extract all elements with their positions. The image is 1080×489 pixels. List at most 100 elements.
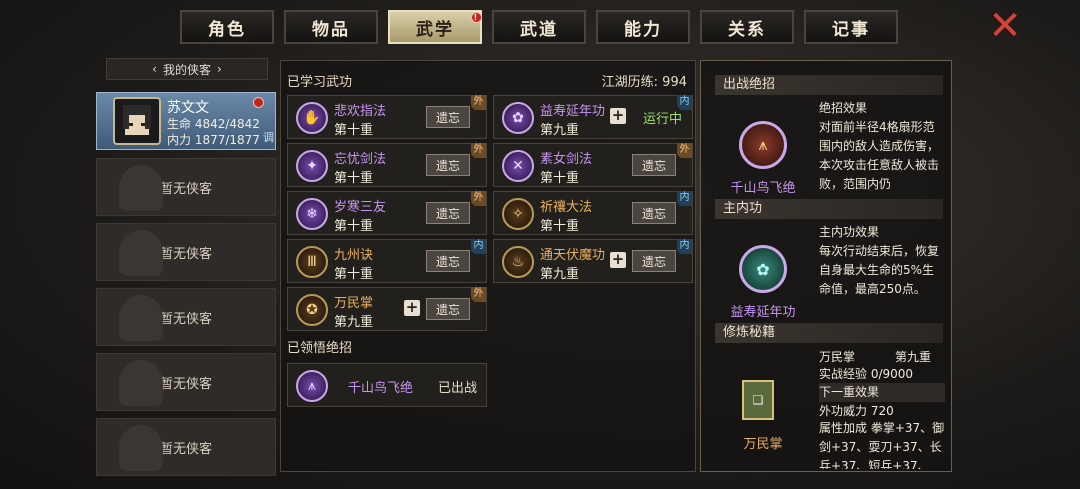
next-effect-title: 下一重效果 bbox=[819, 383, 945, 402]
inner-effect-title: 主内功效果 bbox=[819, 225, 880, 239]
skill-name: 忘忧剑法 bbox=[334, 152, 387, 167]
hero-name: 苏文文 bbox=[167, 100, 209, 116]
empty-label: 暂无侠客 bbox=[159, 441, 212, 457]
running-status: 运行中 bbox=[642, 112, 682, 127]
tab-role[interactable]: 角色 bbox=[180, 10, 274, 44]
skill-type-tag: 内 bbox=[677, 95, 692, 110]
battle-skill-name: 千山鸟飞绝 bbox=[730, 181, 796, 196]
ultimate-title: 已领悟绝招 bbox=[287, 341, 353, 356]
detail-panel: 出战绝招 ⩚ 千山鸟飞绝 绝招效果 对面前半径4格扇形范围内的敌人造成伤害，本次… bbox=[700, 60, 952, 472]
tab-dao[interactable]: 武道 bbox=[492, 10, 586, 44]
manual-attributes: 属性加成 拳掌+37、御剑+37、耍刀+37、长兵+37、短兵+37、 bbox=[819, 421, 945, 469]
upgrade-plus-button[interactable]: + bbox=[610, 108, 626, 124]
battle-effect-text: 对面前半径4格扇形范围内的敌人造成伤害，本次攻击任意敌人被击败，范围内仍 bbox=[819, 120, 940, 190]
forget-button[interactable]: 遗忘 bbox=[632, 154, 676, 176]
skill-card[interactable]: Ⅲ 九州诀 第十重 遗忘内 bbox=[287, 239, 487, 283]
skill-level: 第九重 bbox=[540, 123, 580, 138]
hero-mp: 内力 1877/1877 bbox=[167, 133, 260, 147]
manual-exp: 实战经验 0/9000 bbox=[819, 367, 914, 381]
skill-card[interactable]: ✧ 祈禳大法 第十重 遗忘内 bbox=[493, 191, 693, 235]
skill-icon: ✪ bbox=[296, 294, 328, 326]
skill-name: 悲欢指法 bbox=[334, 104, 387, 119]
empty-companion-slot[interactable]: 暂无侠客 bbox=[96, 418, 276, 476]
close-icon[interactable]: ✕ bbox=[986, 6, 1024, 46]
skill-card[interactable]: ✪ 万民掌第九重 + 遗忘外 bbox=[287, 287, 487, 331]
skill-name: 通天伏魔功 bbox=[540, 248, 606, 263]
forget-button[interactable]: 遗忘 bbox=[632, 250, 676, 272]
manual-header: 修炼秘籍 bbox=[715, 323, 943, 343]
manual-skill-label: 万民掌 bbox=[743, 437, 783, 452]
skills-panel: 已学习武功 江湖历练: 994 ✋ 悲欢指法 第十重 遗忘外 ✿ 益寿延年功 第九重 + 运行中… bbox=[280, 60, 696, 472]
upgrade-plus-button[interactable]: + bbox=[610, 252, 626, 268]
skill-icon: ✕ bbox=[502, 150, 534, 182]
skill-card[interactable]: ✋ 悲欢指法 第十重 遗忘外 bbox=[287, 95, 487, 139]
learned-title: 已学习武功 bbox=[287, 75, 353, 90]
adjust-button[interactable]: 调 bbox=[263, 129, 274, 145]
forget-button[interactable]: 遗忘 bbox=[426, 154, 470, 176]
skill-type-tag: 内 bbox=[677, 239, 692, 254]
arrow-right-icon: › bbox=[217, 62, 222, 76]
skill-card[interactable]: ✕ 素女剑法第十重 遗忘外 bbox=[493, 143, 693, 187]
skill-type-tag: 外 bbox=[677, 143, 692, 158]
ultimate-status: 已出战 bbox=[438, 381, 478, 396]
hero-card[interactable]: 苏文文 生命 4842/4842 内力 1877/1877 调 bbox=[96, 92, 276, 150]
tab-items[interactable]: 物品 bbox=[284, 10, 378, 44]
tab-label: 物品 bbox=[312, 19, 350, 40]
skill-name: 益寿延年功 bbox=[540, 104, 606, 119]
forget-button[interactable]: 遗忘 bbox=[632, 202, 676, 224]
companion-header-label: 我的侠客 bbox=[162, 62, 211, 77]
upgrade-plus-button[interactable]: + bbox=[404, 300, 420, 316]
empty-companion-slot[interactable]: 暂无侠客 bbox=[96, 158, 276, 216]
forget-button[interactable]: 遗忘 bbox=[426, 106, 470, 128]
experience-counter: 江湖历练: 994 bbox=[601, 75, 687, 90]
skill-name: 素女剑法 bbox=[540, 152, 593, 167]
skill-type-tag: 外 bbox=[471, 287, 486, 302]
manual-book-icon: ❏ bbox=[742, 380, 774, 420]
skill-icon: ❄ bbox=[296, 198, 328, 230]
inner-skill-name: 益寿延年功 bbox=[730, 305, 796, 320]
skill-level: 第九重 bbox=[334, 315, 374, 330]
skill-icon: ✧ bbox=[502, 198, 534, 230]
battle-skill-icon: ⩚ bbox=[739, 121, 787, 169]
skill-card[interactable]: ✦ 忘忧剑法 第十重 遗忘外 bbox=[287, 143, 487, 187]
skill-level: 第十重 bbox=[334, 267, 374, 282]
skill-icon: ✋ bbox=[296, 102, 328, 134]
ultimate-name: 千山鸟飞绝 bbox=[348, 381, 414, 396]
tab-journal[interactable]: 记事 bbox=[804, 10, 898, 44]
main-tabs: 角色 物品 武学! 武道 能力 关系 记事 bbox=[180, 10, 898, 44]
skill-card[interactable]: ❄ 岁寒三友 第十重 遗忘外 bbox=[287, 191, 487, 235]
empty-companion-slot[interactable]: 暂无侠客 bbox=[96, 223, 276, 281]
forget-button[interactable]: 遗忘 bbox=[426, 298, 470, 320]
skill-level: 第十重 bbox=[334, 123, 374, 138]
tab-martial[interactable]: 武学! bbox=[388, 10, 482, 44]
skill-card[interactable]: ✿ 益寿延年功 第九重 + 运行中 内 bbox=[493, 95, 693, 139]
skill-icon: ♨ bbox=[502, 246, 534, 278]
skill-type-tag: 内 bbox=[677, 191, 692, 206]
skill-type-tag: 外 bbox=[471, 143, 486, 158]
skill-name: 祈禳大法 bbox=[540, 200, 593, 215]
forget-button[interactable]: 遗忘 bbox=[426, 250, 470, 272]
inner-skill-header: 主内功 bbox=[715, 199, 943, 219]
battle-skill-header: 出战绝招 bbox=[715, 75, 943, 95]
skill-name: 万民掌 bbox=[334, 296, 374, 311]
skill-level: 第十重 bbox=[540, 171, 580, 186]
tab-relations[interactable]: 关系 bbox=[700, 10, 794, 44]
tab-label: 能力 bbox=[624, 19, 662, 40]
tab-ability[interactable]: 能力 bbox=[596, 10, 690, 44]
skill-card[interactable]: ♨ 通天伏魔功第九重 + 遗忘内 bbox=[493, 239, 693, 283]
tab-label: 记事 bbox=[832, 19, 870, 40]
empty-companion-slot[interactable]: 暂无侠客 bbox=[96, 353, 276, 411]
ultimate-card[interactable]: ⩚ 千山鸟飞绝 已出战 bbox=[287, 363, 487, 407]
empty-label: 暂无侠客 bbox=[159, 376, 212, 392]
tab-label: 角色 bbox=[208, 19, 246, 40]
silhouette-icon bbox=[119, 230, 163, 276]
alert-badge: ! bbox=[471, 12, 482, 23]
skill-icon: Ⅲ bbox=[296, 246, 328, 278]
empty-companion-slot[interactable]: 暂无侠客 bbox=[96, 288, 276, 346]
arrow-left-icon: ‹ bbox=[152, 62, 157, 76]
skill-icon: ✦ bbox=[296, 150, 328, 182]
empty-label: 暂无侠客 bbox=[159, 311, 212, 327]
silhouette-icon bbox=[119, 165, 163, 211]
skill-level: 第九重 bbox=[540, 267, 580, 282]
forget-button[interactable]: 遗忘 bbox=[426, 202, 470, 224]
